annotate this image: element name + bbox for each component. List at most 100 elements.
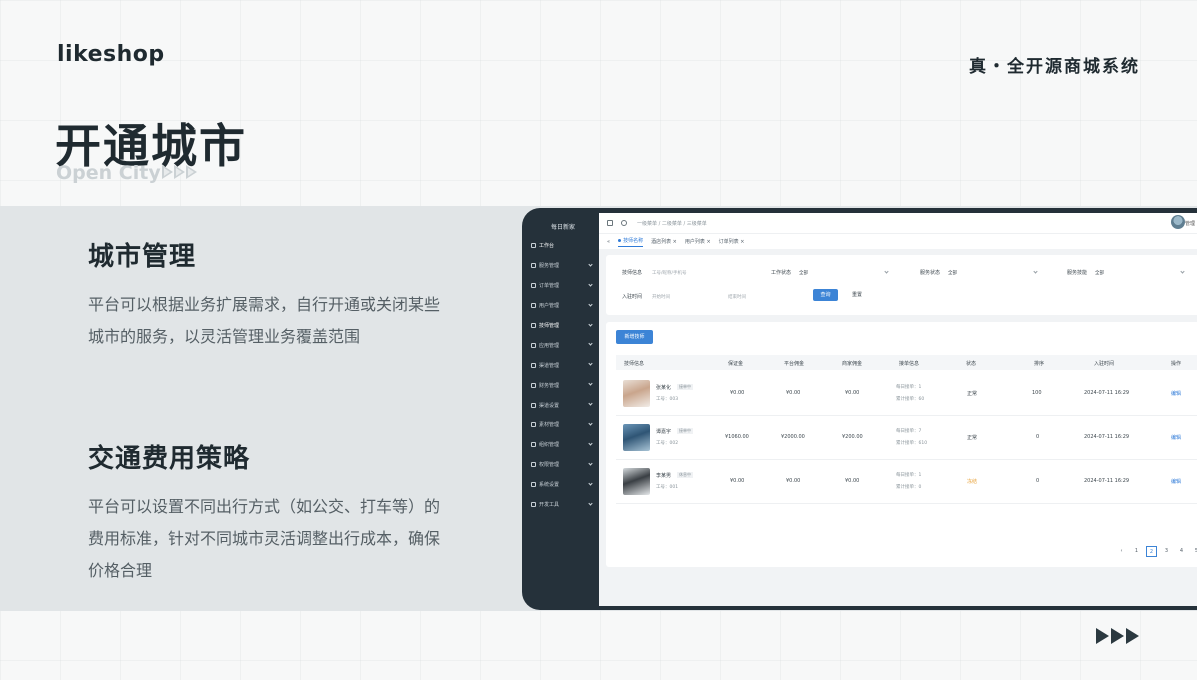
sidebar-item-dev-tools[interactable]: 开发工具	[527, 495, 599, 515]
filter-service-status-select[interactable]: 全部	[948, 270, 957, 276]
filter-service-level-select[interactable]: 全部	[1095, 270, 1104, 276]
tagline: 真・全开源商城系统	[969, 57, 1140, 77]
chevron-down-icon	[588, 282, 593, 287]
filter-start-date[interactable]: 开始时间	[652, 294, 670, 300]
breadcrumb: 一级菜单 / 二级菜单 / 三级菜单	[637, 220, 707, 227]
query-button[interactable]: 查询	[813, 289, 838, 301]
cell-platform: ¥0.00	[786, 390, 801, 396]
page-tabs: « 技师名称 酒店列表 × 用户列表 × 订单列表 ×	[599, 233, 1197, 249]
feature-traffic-fee: 交通费用策略 平台可以设置不同出行方式（如公交、打车等）的 费用标准，针对不同城…	[88, 438, 488, 587]
sidebar-item-organization[interactable]: 组织管理	[527, 435, 599, 455]
sidebar-item-service[interactable]: 服务管理	[527, 256, 599, 276]
th-platform: 平台佣金	[784, 361, 805, 367]
th-info: 技师信息	[624, 361, 645, 367]
page-2[interactable]: 2	[1146, 546, 1157, 557]
cell-status: 冻结	[967, 479, 978, 485]
organization-icon	[531, 442, 536, 448]
th-action: 操作	[1171, 361, 1182, 367]
app-topbar: 一级菜单 / 二级菜单 / 三级菜单 管理	[599, 213, 1197, 233]
filter-work-status-label: 工作状态	[771, 270, 792, 276]
order-icon	[531, 283, 536, 289]
logo: likeshop	[57, 42, 165, 67]
sidebar-item-permission[interactable]: 权限管理	[527, 455, 599, 475]
gear-icon	[531, 482, 536, 488]
feature-city-management: 城市管理 平台可以根据业务扩展需求，自行开通或关闭某些 城市的服务，以灵活管理业…	[88, 236, 488, 353]
app-sidebar: 每日新家 工作台 服务管理 订单管理 用户管理 技师管理 应用管理 渠道管理 财…	[527, 213, 599, 606]
service-icon	[531, 263, 536, 269]
technician-photo	[623, 380, 650, 407]
tool-icon	[531, 502, 536, 508]
sidebar-item-channel[interactable]: 渠道管理	[527, 355, 599, 375]
th-merchant: 商家佣金	[842, 361, 863, 367]
sidebar-item-material[interactable]: 素材管理	[527, 415, 599, 435]
sidebar-item-app[interactable]: 应用管理	[527, 335, 599, 355]
filter-service-status-label: 服务状态	[920, 270, 941, 276]
cell-merchant: ¥0.00	[845, 390, 860, 396]
tech-name: 谭嘉宇	[656, 429, 672, 435]
prev-page-icon[interactable]: ‹	[1116, 546, 1127, 557]
technician-photo	[623, 468, 650, 495]
tech-id: 工号：001	[656, 485, 679, 490]
chevron-down-icon	[1180, 269, 1185, 274]
feature-desc: 平台可以根据业务扩展需求，自行开通或关闭某些 城市的服务，以灵活管理业务覆盖范围	[88, 295, 441, 346]
settings-icon	[531, 402, 536, 408]
cell-deposit: ¥0.00	[730, 478, 745, 484]
sidebar-item-channel-settings[interactable]: 渠道设置	[527, 395, 599, 415]
cell-today-orders: 每日接单：7	[896, 429, 922, 434]
reset-button[interactable]: 重置	[852, 289, 872, 301]
table-row: 张某化 接单中 工号：003 ¥0.00 ¥0.00 ¥0.00 每日接单：1 …	[616, 372, 1197, 416]
chevron-down-icon	[588, 441, 593, 446]
user-name[interactable]: 管理	[1185, 220, 1195, 227]
page-4[interactable]: 4	[1176, 546, 1187, 557]
feature-title: 交通费用策略	[88, 444, 251, 474]
cell-platform: ¥0.00	[786, 478, 801, 484]
page-1[interactable]: 1	[1131, 546, 1142, 557]
chevron-down-icon	[588, 481, 593, 486]
sidebar-item-workbench[interactable]: 工作台	[527, 236, 599, 256]
filter-name-label: 技师信息	[622, 270, 643, 276]
tab-user[interactable]: 用户列表 ×	[685, 238, 711, 246]
sidebar-item-user[interactable]: 用户管理	[527, 296, 599, 316]
tech-tag: 休息中	[677, 472, 693, 478]
sidebar-item-finance[interactable]: 财务管理	[527, 375, 599, 395]
cell-time: 2024-07-11 16:29	[1084, 478, 1130, 484]
add-technician-button[interactable]: 新增技师	[616, 330, 653, 344]
edit-button[interactable]: 编辑	[1171, 390, 1181, 397]
cell-status: 正常	[967, 391, 978, 397]
sidebar-item-technician[interactable]: 技师管理	[527, 316, 599, 336]
tab-back-icon[interactable]: «	[607, 239, 610, 245]
cell-merchant: ¥0.00	[845, 478, 860, 484]
edit-button[interactable]: 编辑	[1171, 478, 1181, 485]
chevron-down-icon	[588, 321, 593, 327]
cell-time: 2024-07-11 16:29	[1084, 390, 1130, 396]
cell-status: 正常	[967, 435, 978, 441]
tab-hotel[interactable]: 酒店列表 ×	[651, 238, 677, 246]
refresh-icon[interactable]	[621, 220, 627, 226]
home-icon	[531, 243, 536, 249]
tab-technician[interactable]: 技师名称	[618, 237, 644, 247]
feature-title: 城市管理	[88, 242, 197, 272]
filter-card: 技师信息 工号/昵称/手机号 工作状态 全部 服务状态 全部 服务技能 全部 入…	[606, 255, 1197, 315]
app-icon	[531, 342, 536, 348]
edit-button[interactable]: 编辑	[1171, 434, 1181, 441]
feature-desc: 平台可以设置不同出行方式（如公交、打车等）的 费用标准，针对不同城市灵活调整出行…	[88, 497, 441, 580]
sidebar-item-order[interactable]: 订单管理	[527, 276, 599, 296]
chevron-down-icon	[588, 500, 593, 506]
cell-platform: ¥2000.00	[781, 434, 805, 440]
sidebar-title: 每日新家	[550, 224, 575, 231]
avatar[interactable]	[1171, 215, 1185, 229]
filter-service-level-label: 服务技能	[1067, 270, 1088, 276]
cell-today-orders: 每日接单：1	[896, 473, 922, 478]
filter-name-input[interactable]: 工号/昵称/手机号	[652, 270, 687, 276]
tech-tag: 接单中	[677, 384, 693, 390]
cell-total-orders: 累计接单：60	[896, 397, 925, 402]
filter-work-status-select[interactable]: 全部	[799, 270, 808, 276]
page-3[interactable]: 3	[1161, 546, 1172, 557]
table-row: 李某男 休息中 工号：001 ¥0.00 ¥0.00 ¥0.00 每日接单：1 …	[616, 460, 1197, 504]
page-5[interactable]: 5	[1191, 546, 1197, 557]
page-subtitle: Open City	[56, 162, 161, 184]
filter-end-date[interactable]: 结束时间	[728, 294, 746, 300]
menu-fold-icon[interactable]	[607, 220, 613, 226]
sidebar-item-system[interactable]: 系统设置	[527, 475, 599, 495]
tab-order[interactable]: 订单列表 ×	[719, 238, 745, 246]
